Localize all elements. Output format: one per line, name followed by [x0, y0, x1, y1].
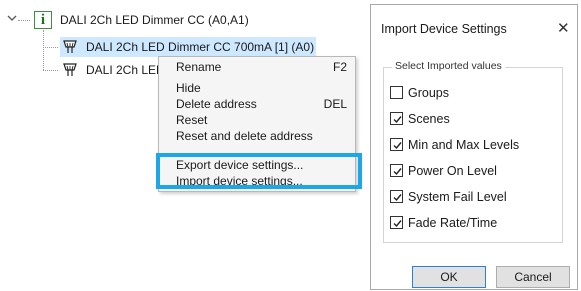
menu-item-reset-and-delete[interactable]: Reset and delete address	[176, 128, 352, 144]
checkbox[interactable]	[390, 216, 403, 229]
menu-item-hide[interactable]: Hide	[176, 80, 352, 96]
tree-connector	[18, 20, 30, 21]
close-icon[interactable]: ✕	[557, 19, 570, 37]
tree-connector	[43, 30, 44, 70]
option-system-fail-level[interactable]: System Fail Level	[390, 190, 540, 206]
menu-item-reset[interactable]: Reset	[176, 112, 352, 128]
checkmark-icon	[393, 220, 402, 228]
import-settings-dialog: Import Device Settings ✕ Select Imported…	[370, 4, 578, 290]
checkmark-icon	[393, 194, 402, 202]
checkmark-icon	[393, 116, 402, 124]
led-bulb-icon	[63, 63, 77, 76]
menu-item-rename[interactable]: Rename	[176, 59, 352, 75]
cancel-button[interactable]: Cancel	[496, 266, 570, 288]
dialog-title: Import Device Settings	[381, 22, 507, 36]
menu-item-label: Hide	[176, 81, 201, 95]
collapse-chevron-icon[interactable]	[6, 12, 18, 24]
highlight-box	[156, 153, 362, 189]
tree-item-channel-1[interactable]: DALI 2Ch LED Dimmer CC 700mA [1] (A0)	[60, 37, 316, 57]
option-label: System Fail Level	[408, 190, 507, 204]
option-label: Fade Rate/Time	[408, 216, 498, 230]
tree-root-label[interactable]: DALI 2Ch LED Dimmer CC (A0,A1)	[60, 13, 249, 27]
group-label: Select Imported values	[392, 60, 505, 72]
tree-item-label: DALI 2Ch LED Dimmer CC 700mA [1] (A0)	[86, 40, 315, 54]
tree-connector	[43, 47, 58, 48]
checkmark-icon	[393, 168, 402, 176]
option-scenes[interactable]: Scenes	[390, 112, 540, 128]
info-icon: i	[34, 11, 52, 29]
option-fade-rate-time[interactable]: Fade Rate/Time	[390, 216, 540, 232]
ok-button[interactable]: OK	[412, 266, 486, 288]
shortcut-f2: F2	[332, 60, 347, 74]
option-label: Power On Level	[408, 164, 497, 178]
menu-item-label: Reset and delete address	[176, 129, 313, 143]
checkmark-icon	[393, 142, 402, 150]
option-label: Min and Max Levels	[408, 138, 520, 152]
option-label: Groups	[408, 86, 449, 100]
option-label: Scenes	[408, 112, 450, 126]
option-groups[interactable]: Groups	[390, 86, 540, 102]
option-min-max-levels[interactable]: Min and Max Levels	[390, 138, 540, 154]
tree-connector	[43, 70, 58, 71]
menu-item-label: Delete address	[176, 97, 257, 111]
checkbox[interactable]	[390, 164, 403, 177]
shortcut-del: DEL	[323, 97, 347, 111]
checkbox[interactable]	[390, 86, 403, 99]
option-power-on-level[interactable]: Power On Level	[390, 164, 540, 180]
led-bulb-icon	[63, 40, 77, 53]
menu-item-label: Reset	[176, 113, 208, 127]
imported-values-group: Select Imported values Groups Scenes Min…	[383, 60, 563, 243]
checkbox[interactable]	[390, 138, 403, 151]
checkbox[interactable]	[390, 112, 403, 125]
menu-item-label: Rename	[176, 60, 222, 74]
checkbox[interactable]	[390, 190, 403, 203]
